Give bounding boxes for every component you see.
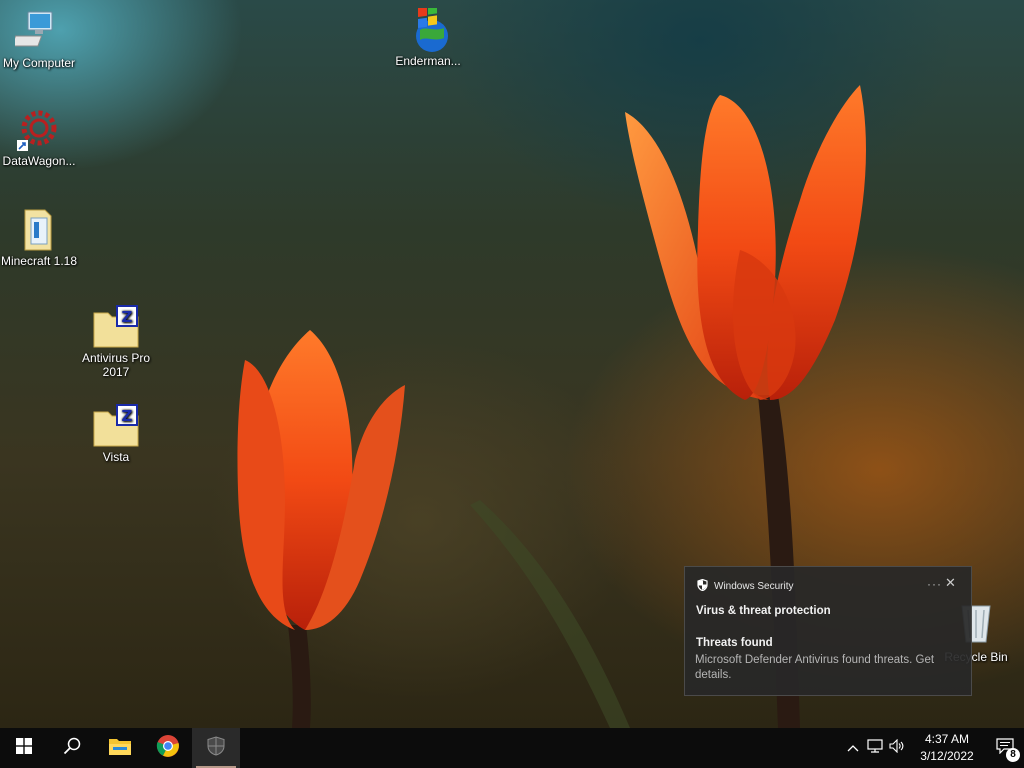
desktop-icon-datawagon[interactable]: DataWagon... <box>0 108 80 168</box>
start-button[interactable] <box>0 728 48 768</box>
network-icon <box>867 738 883 758</box>
zip-folder-icon: Z <box>92 404 140 448</box>
windows-globe-icon <box>404 4 452 52</box>
clock-date: 3/12/2022 <box>920 749 974 763</box>
windows-security-taskbar-button[interactable] <box>192 728 240 768</box>
computer-icon <box>11 10 63 54</box>
close-button[interactable]: ✕ <box>945 575 956 591</box>
show-hidden-icons-button[interactable] <box>842 728 864 768</box>
taskbar: 4:37 AM 3/12/2022 8 <box>0 728 1024 768</box>
chevron-up-icon <box>847 739 859 757</box>
system-tray: 4:37 AM 3/12/2022 8 <box>842 728 1024 768</box>
shield-icon <box>697 578 708 594</box>
desktop-icon-label: My Computer <box>2 56 76 70</box>
more-options-button[interactable]: ··· <box>927 577 942 591</box>
svg-text:Z: Z <box>122 308 133 326</box>
windows-security-toast[interactable]: Windows Security ··· ✕ Virus & threat pr… <box>684 566 972 696</box>
desktop-icon-antivirus-pro[interactable]: Z Antivirus Pro 2017 <box>75 305 157 379</box>
desktop-icon-my-computer[interactable]: My Computer <box>0 10 80 70</box>
toast-header: Windows Security <box>697 578 794 594</box>
desktop-icon-enderman[interactable]: Enderman... <box>387 4 469 68</box>
file-explorer-icon <box>108 736 132 761</box>
windows-security-icon <box>207 735 225 761</box>
toast-body: Microsoft Defender Antivirus found threa… <box>695 654 935 681</box>
volume-button[interactable] <box>886 728 908 768</box>
svg-text:Z: Z <box>122 407 133 425</box>
desktop-icon-label: Antivirus Pro 2017 <box>81 351 151 379</box>
toast-title: Virus & threat protection <box>696 605 831 617</box>
desktop-icon-vista[interactable]: Z Vista <box>75 404 157 464</box>
search-button[interactable] <box>48 728 96 768</box>
network-button[interactable] <box>864 728 886 768</box>
toast-subtitle: Threats found <box>696 637 773 649</box>
file-explorer-button[interactable] <box>96 728 144 768</box>
desktop-icon-label: DataWagon... <box>2 154 76 168</box>
chrome-icon <box>156 734 180 763</box>
search-icon <box>63 737 81 760</box>
zip-folder-icon: Z <box>92 305 140 349</box>
toast-app-name: Windows Security <box>714 581 794 592</box>
clock-time: 4:37 AM <box>924 732 970 746</box>
desktop-icon-label: Minecraft 1.18 <box>0 254 78 268</box>
windows-logo-icon <box>16 737 32 759</box>
desktop-icon-minecraft[interactable]: Minecraft 1.18 <box>0 208 80 268</box>
gear-icon <box>15 108 63 152</box>
chrome-button[interactable] <box>144 728 192 768</box>
notification-count-badge: 8 <box>1006 748 1020 762</box>
desktop-icon-label: Enderman... <box>395 54 461 68</box>
speaker-icon <box>889 738 905 758</box>
clock[interactable]: 4:37 AM 3/12/2022 <box>908 731 986 765</box>
folder-document-icon <box>15 208 63 252</box>
desktop-icon-label: Vista <box>102 450 130 464</box>
action-center-button[interactable]: 8 <box>986 728 1024 768</box>
